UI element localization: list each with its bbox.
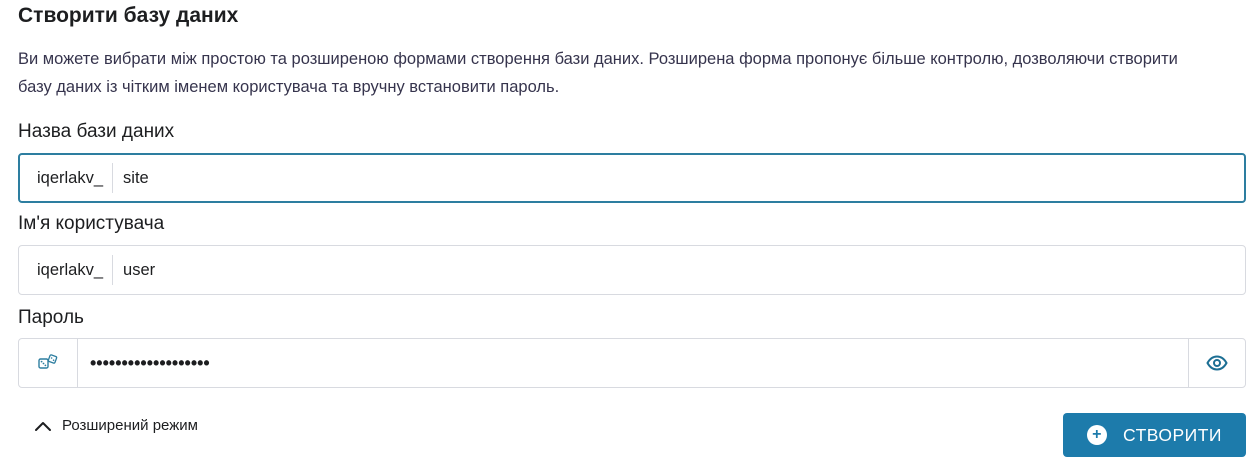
create-button[interactable]: + СТВОРИТИ <box>1063 413 1246 457</box>
plus-circle-icon: + <box>1087 425 1108 445</box>
dice-icon <box>38 354 58 369</box>
create-button-label: СТВОРИТИ <box>1123 424 1222 445</box>
advanced-mode-label: Розширений режим <box>62 417 198 434</box>
toggle-password-visibility-button[interactable] <box>1188 339 1245 387</box>
password-field[interactable]: ••••••••••••••••••• <box>18 338 1246 388</box>
password-label: Пароль <box>18 307 84 328</box>
advanced-mode-toggle[interactable]: Розширений режим <box>34 417 198 434</box>
username-input[interactable] <box>113 254 1245 286</box>
form-description: Ви можете вибрати між простою та розшире… <box>18 50 1178 96</box>
username-prefix: iqerlakv_ <box>19 255 114 285</box>
db-name-label: Назва бази даних <box>18 121 175 142</box>
password-input[interactable]: ••••••••••••••••••• <box>78 353 1188 374</box>
db-name-field[interactable]: iqerlakv_ <box>18 153 1246 203</box>
eye-icon <box>1206 355 1228 371</box>
page-title: Створити базу даних <box>18 4 239 27</box>
generate-password-button[interactable] <box>19 339 78 387</box>
db-name-input[interactable] <box>113 162 1244 194</box>
create-database-form: Створити базу даних Ви можете вибрати мі… <box>0 0 1254 466</box>
username-field[interactable]: iqerlakv_ <box>18 245 1246 295</box>
db-name-prefix: iqerlakv_ <box>20 163 114 193</box>
chevron-up-icon <box>35 421 51 431</box>
username-label: Ім'я користувача <box>18 213 165 234</box>
